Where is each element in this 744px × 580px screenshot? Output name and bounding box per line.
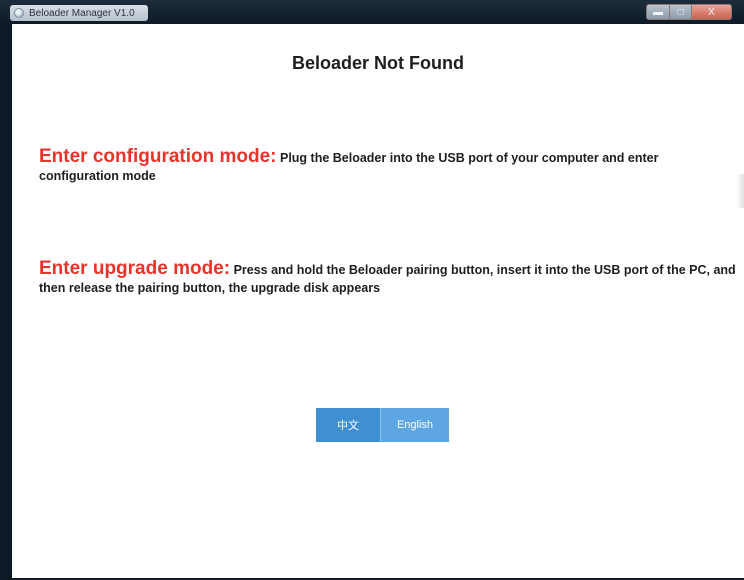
chinese-language-button[interactable]: 中文 (316, 408, 380, 442)
minimize-icon: ▬ (653, 6, 663, 18)
main-content: Beloader Not Found Enter configuration m… (12, 24, 744, 578)
scroll-edge-shadow (736, 174, 744, 208)
close-icon: X (708, 6, 715, 18)
minimize-button[interactable]: ▬ (646, 4, 670, 20)
maximize-icon: □ (677, 6, 684, 18)
close-button[interactable]: X (692, 4, 732, 20)
english-language-button[interactable]: English (380, 408, 449, 442)
config-mode-label: Enter configuration mode: (39, 146, 277, 167)
window-title: Beloader Manager V1.0 (29, 7, 135, 19)
config-mode-instruction: Enter configuration mode: Plug the Beloa… (39, 146, 741, 185)
upgrade-mode-label: Enter upgrade mode: (39, 258, 231, 279)
window-controls: ▬ □ X (646, 4, 732, 20)
maximize-button[interactable]: □ (670, 4, 692, 20)
title-bar[interactable]: Beloader Manager V1.0 ▬ □ X (0, 0, 744, 24)
page-title: Beloader Not Found (292, 53, 464, 73)
window-title-area: Beloader Manager V1.0 (10, 5, 148, 21)
app-icon (14, 8, 24, 18)
app-window: Beloader Manager V1.0 ▬ □ X Beloader Not… (0, 0, 744, 580)
language-selector: 中文 English (316, 408, 449, 442)
upgrade-mode-instruction: Enter upgrade mode: Press and hold the B… (39, 258, 741, 297)
